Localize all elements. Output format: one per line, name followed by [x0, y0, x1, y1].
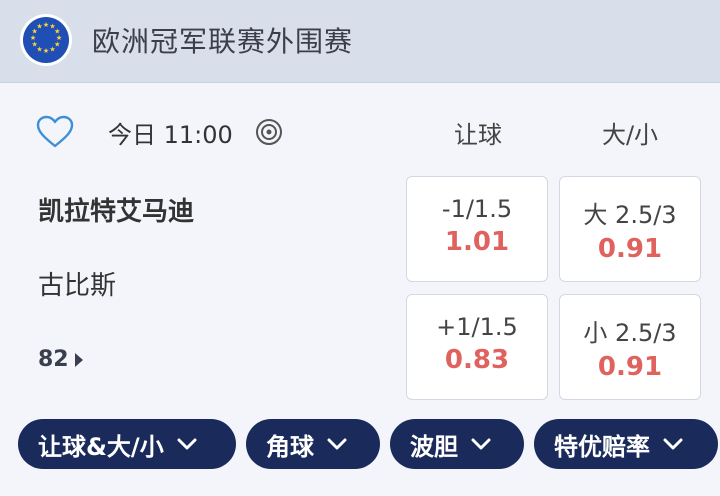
chevron-down-icon: [327, 438, 347, 450]
over-under-column-header: 大/小: [601, 121, 659, 149]
live-target-icon: [254, 117, 284, 151]
tab-label: 角球: [266, 432, 314, 461]
odds-line: 小 2.5/3: [583, 319, 677, 347]
svg-text:★: ★: [36, 23, 42, 31]
tab-special-odds[interactable]: 特优赔率: [534, 419, 718, 469]
chevron-down-icon: [471, 438, 491, 450]
away-handicap-odds-button[interactable]: +1/1.5 0.83: [406, 294, 548, 400]
tab-label: 让球&大/小: [38, 432, 164, 461]
svg-text:★: ★: [43, 47, 49, 55]
more-markets-count: 82: [38, 347, 69, 372]
odds-price: 0.83: [444, 345, 510, 375]
odds-price: 0.91: [597, 352, 663, 382]
league-title: 欧洲冠军联赛外围赛: [92, 25, 354, 58]
chevron-down-icon: [663, 438, 683, 450]
league-header[interactable]: ★ ★ ★ ★ ★ ★ ★ ★ ★ ★ ★ ★ 欧洲冠军联赛外围赛: [0, 0, 720, 83]
under-odds-button[interactable]: 小 2.5/3 0.91: [559, 294, 701, 400]
odds-line: 大 2.5/3: [583, 201, 677, 229]
eu-flag-icon: ★ ★ ★ ★ ★ ★ ★ ★ ★ ★ ★ ★: [20, 14, 72, 66]
svg-text:★: ★: [49, 45, 55, 53]
tab-corners[interactable]: 角球: [246, 419, 380, 469]
tab-correct-score[interactable]: 波胆: [390, 419, 524, 469]
odds-price: 0.91: [597, 234, 663, 264]
odds-line: -1/1.5: [441, 195, 513, 223]
play-arrow-icon: [74, 352, 83, 367]
tab-handicap-over-under[interactable]: 让球&大/小: [18, 419, 236, 469]
tab-label: 波胆: [410, 432, 458, 461]
odds-line: +1/1.5: [436, 313, 518, 341]
odds-price: 1.01: [444, 227, 510, 257]
home-handicap-odds-button[interactable]: -1/1.5 1.01: [406, 176, 548, 282]
chevron-down-icon: [177, 438, 197, 450]
match-time: 今日 11:00: [108, 121, 233, 149]
over-odds-button[interactable]: 大 2.5/3 0.91: [559, 176, 701, 282]
svg-text:★: ★: [43, 21, 49, 29]
home-team-name: 凯拉特艾马迪: [38, 197, 195, 227]
away-team-name: 古比斯: [38, 271, 117, 301]
handicap-column-header: 让球: [454, 121, 502, 149]
match-card: 今日 11:00 让球 大/小 凯拉特艾马迪 古比斯 82 -1/1.5 1.0…: [0, 83, 720, 496]
favorite-heart-icon[interactable]: [36, 115, 74, 153]
more-markets-link[interactable]: 82: [38, 347, 83, 372]
tab-label: 特优赔率: [554, 432, 650, 461]
